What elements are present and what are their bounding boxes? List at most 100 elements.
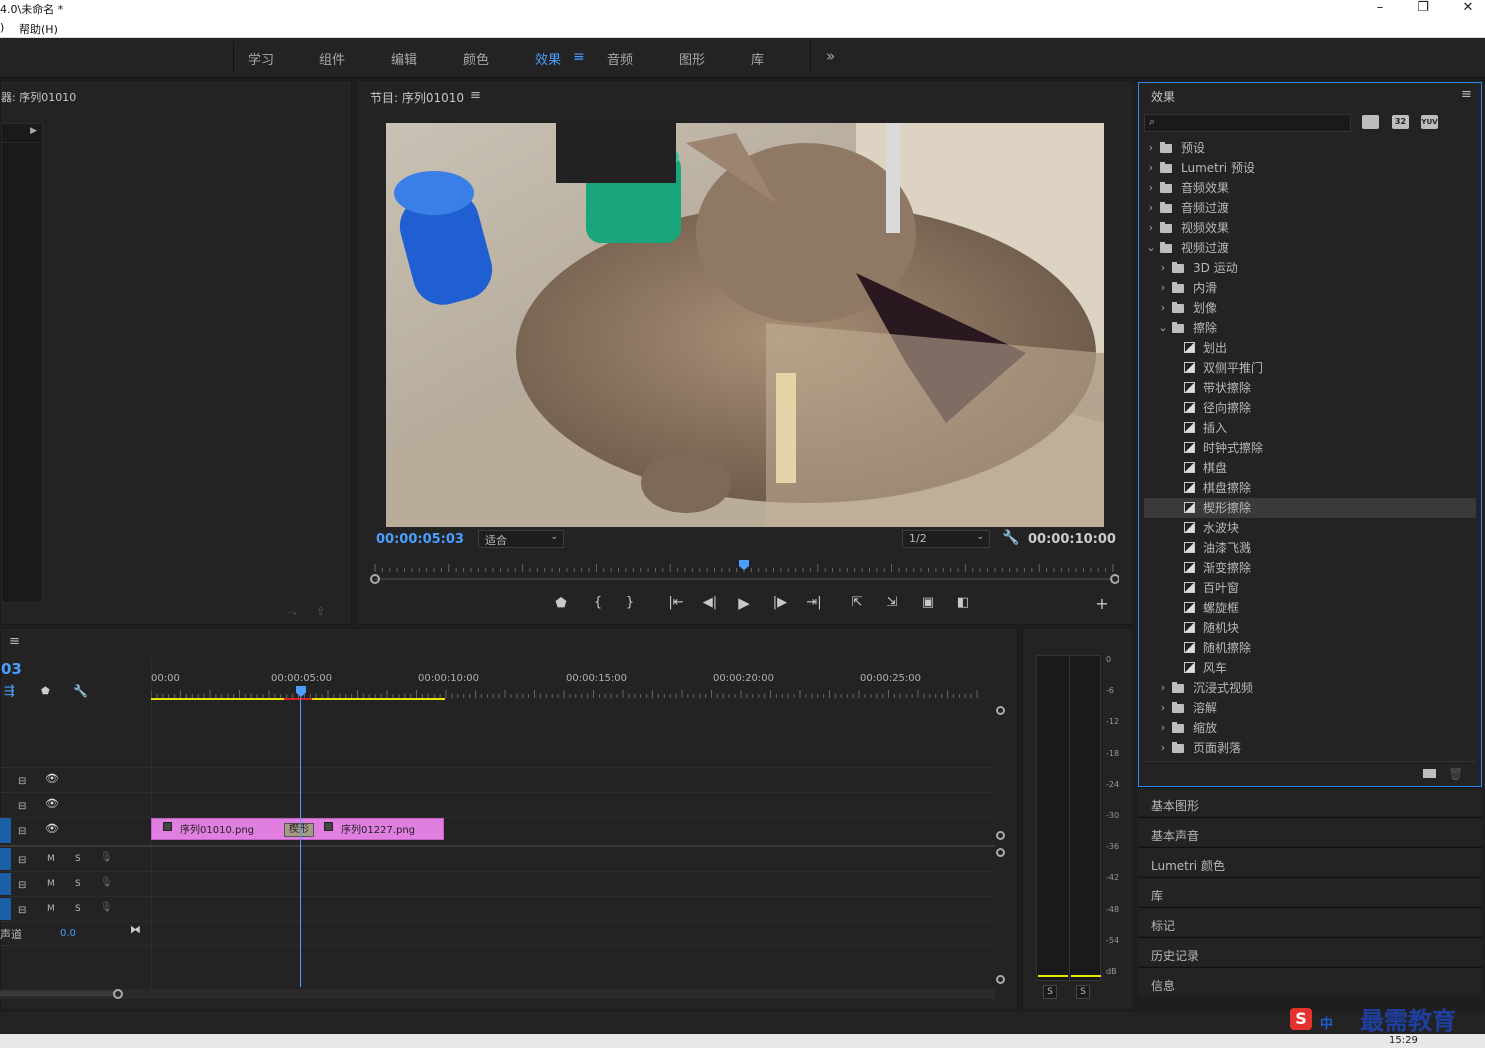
effect-folder[interactable]: › 沉浸式视频 bbox=[1144, 678, 1476, 698]
track-target-v1[interactable] bbox=[0, 818, 11, 843]
track-toggle-output-icon-v2[interactable]: ⊟ bbox=[18, 798, 26, 812]
workspace-tab-audio[interactable]: 音频 bbox=[607, 49, 633, 68]
effect-folder[interactable]: › 音频过渡 bbox=[1144, 198, 1476, 218]
scroll-handle[interactable] bbox=[113, 989, 123, 999]
insert-icon[interactable]: ⤳ bbox=[288, 606, 297, 620]
workspace-tab-learn[interactable]: 学习 bbox=[248, 49, 274, 68]
marker-icon[interactable]: ⬟ bbox=[41, 686, 50, 697]
solo-button[interactable]: S bbox=[75, 904, 81, 914]
meter-solo-left[interactable]: S bbox=[1043, 985, 1057, 999]
program-timecode[interactable]: 00:00:05:03 bbox=[376, 532, 464, 547]
workspace-tab-graphics[interactable]: 图形 bbox=[679, 49, 705, 68]
chevron-right-icon[interactable]: › bbox=[1158, 698, 1168, 718]
workspace-tab-assembly[interactable]: 组件 bbox=[319, 49, 345, 68]
mute-button[interactable]: M bbox=[47, 879, 55, 889]
effect-folder[interactable]: › 3D 运动 bbox=[1144, 258, 1476, 278]
solo-button[interactable]: S bbox=[75, 854, 81, 864]
effect-folder[interactable]: ⌄ 视频过渡 bbox=[1144, 238, 1476, 258]
close-button[interactable]: ✕ bbox=[1448, 0, 1485, 17]
wrench-icon[interactable]: 🔧 bbox=[1002, 530, 1019, 546]
transition-block[interactable]: 楔形 bbox=[284, 823, 314, 837]
workspace-tab-editing[interactable]: 编辑 bbox=[391, 49, 417, 68]
step-forward-icon[interactable]: |▶ bbox=[769, 595, 791, 610]
fit-dropdown[interactable]: 适合 ⌄ bbox=[478, 530, 564, 548]
mark-out-icon[interactable]: } bbox=[619, 595, 641, 610]
chevron-right-icon[interactable]: › bbox=[1146, 158, 1156, 178]
comparison-view-icon[interactable]: ◧ bbox=[952, 595, 974, 610]
menu-item-help[interactable]: 帮助(H) bbox=[19, 21, 58, 37]
add-button-icon[interactable]: + bbox=[1091, 594, 1113, 613]
effect-folder[interactable]: ⌄ 擦除 bbox=[1144, 318, 1476, 338]
master-clip-icon[interactable]: ⧓ bbox=[130, 923, 141, 936]
track-toggle-output-icon-v1[interactable]: ⊟ bbox=[18, 823, 26, 837]
accelerated-effects-icon[interactable] bbox=[1362, 115, 1379, 129]
effect-folder[interactable]: › 缩放 bbox=[1144, 718, 1476, 738]
vertical-scrollbar[interactable] bbox=[995, 704, 1007, 988]
effect-folder[interactable]: › 划像 bbox=[1144, 298, 1476, 318]
add-marker-icon[interactable]: ⬟ bbox=[550, 596, 572, 611]
go-to-out-icon[interactable]: ⇥| bbox=[803, 595, 825, 610]
trash-icon[interactable]: 🗑 bbox=[1448, 767, 1463, 781]
eye-icon[interactable]: 👁 bbox=[45, 797, 59, 810]
effect-folder[interactable]: › 预设 bbox=[1144, 138, 1476, 158]
effect-item[interactable]: 棋盘擦除 bbox=[1144, 478, 1476, 498]
chevron-right-icon[interactable]: ▶ bbox=[1, 123, 43, 143]
go-to-in-icon[interactable]: |⇤ bbox=[665, 595, 687, 610]
step-back-icon[interactable]: ◀| bbox=[699, 595, 721, 610]
effect-folder[interactable]: › 溶解 bbox=[1144, 698, 1476, 718]
effect-item[interactable]: 楔形擦除 bbox=[1144, 498, 1476, 518]
microphone-icon[interactable]: 🎙 bbox=[100, 902, 113, 913]
effect-item[interactable]: 随机擦除 bbox=[1144, 638, 1476, 658]
workspace-tab-color[interactable]: 颜色 bbox=[463, 49, 489, 68]
effect-item[interactable]: 带状擦除 bbox=[1144, 378, 1476, 398]
side-panel-history[interactable]: 历史记录 bbox=[1138, 937, 1482, 966]
chevron-right-icon[interactable]: › bbox=[1158, 718, 1168, 738]
effect-item[interactable]: 水波块 bbox=[1144, 518, 1476, 538]
solo-button[interactable]: S bbox=[75, 879, 81, 889]
side-panel-markers[interactable]: 标记 bbox=[1138, 907, 1482, 936]
workspace-more-button[interactable]: » bbox=[826, 47, 835, 65]
effects-search-input[interactable]: ⌕ bbox=[1144, 114, 1351, 132]
track-target-a1[interactable] bbox=[0, 848, 11, 870]
chevron-right-icon[interactable]: › bbox=[1158, 298, 1168, 318]
effect-item[interactable]: 时钟式擦除 bbox=[1144, 438, 1476, 458]
meter-solo-right[interactable]: S bbox=[1076, 985, 1090, 999]
master-volume-value[interactable]: 0.0 bbox=[60, 928, 76, 939]
panel-menu-icon[interactable]: ≡ bbox=[470, 88, 481, 103]
panel-menu-icon[interactable]: ≡ bbox=[9, 634, 20, 649]
panel-menu-icon[interactable]: ≡ bbox=[1461, 87, 1472, 102]
workspace-menu-icon[interactable]: ≡ bbox=[573, 49, 585, 65]
32bit-effects-badge[interactable]: 32 bbox=[1392, 115, 1409, 129]
side-panel-lumetri-color[interactable]: Lumetri 颜色 bbox=[1138, 847, 1482, 876]
chevron-down-icon[interactable]: ⌄ bbox=[1158, 318, 1168, 338]
lift-icon[interactable]: ⇱ bbox=[846, 595, 868, 610]
camera-icon[interactable]: ▣ bbox=[917, 595, 939, 610]
side-panel-info[interactable]: 信息 bbox=[1138, 967, 1482, 996]
effect-folder[interactable]: › 音频效果 bbox=[1144, 178, 1476, 198]
chevron-right-icon[interactable]: › bbox=[1146, 198, 1156, 218]
minimize-button[interactable]: – bbox=[1360, 0, 1400, 17]
effect-item[interactable]: 径向擦除 bbox=[1144, 398, 1476, 418]
effect-item[interactable]: 划出 bbox=[1144, 338, 1476, 358]
snap-icon[interactable]: ⇶ bbox=[4, 684, 15, 699]
timeline-timecode[interactable]: 03 bbox=[1, 660, 22, 678]
effect-item[interactable]: 双侧平推门 bbox=[1144, 358, 1476, 378]
clip-label[interactable]: 序列01010.png bbox=[180, 821, 254, 836]
track-toggle-output-icon-a3[interactable]: ⊟ bbox=[18, 902, 26, 916]
eye-icon[interactable]: 👁 bbox=[45, 772, 59, 785]
ime-logo-icon[interactable]: S bbox=[1290, 1008, 1312, 1030]
effect-item[interactable]: 棋盘 bbox=[1144, 458, 1476, 478]
timeline-playhead-line[interactable] bbox=[300, 697, 301, 987]
effect-item[interactable]: 渐变擦除 bbox=[1144, 558, 1476, 578]
chevron-down-icon[interactable]: ⌄ bbox=[1146, 238, 1156, 258]
track-toggle-output-icon-v3[interactable]: ⊟ bbox=[18, 773, 26, 787]
effect-item[interactable]: 百叶窗 bbox=[1144, 578, 1476, 598]
horizontal-scrollbar[interactable] bbox=[0, 989, 995, 999]
play-icon[interactable]: ▶ bbox=[733, 594, 755, 612]
effect-item[interactable]: 螺旋框 bbox=[1144, 598, 1476, 618]
chevron-right-icon[interactable]: › bbox=[1158, 678, 1168, 698]
workspace-tab-libraries[interactable]: 库 bbox=[751, 49, 764, 68]
ime-mode-indicator[interactable]: 中 bbox=[1320, 1013, 1333, 1032]
yuv-effects-badge[interactable]: YUV bbox=[1421, 115, 1438, 129]
mute-button[interactable]: M bbox=[47, 904, 55, 914]
